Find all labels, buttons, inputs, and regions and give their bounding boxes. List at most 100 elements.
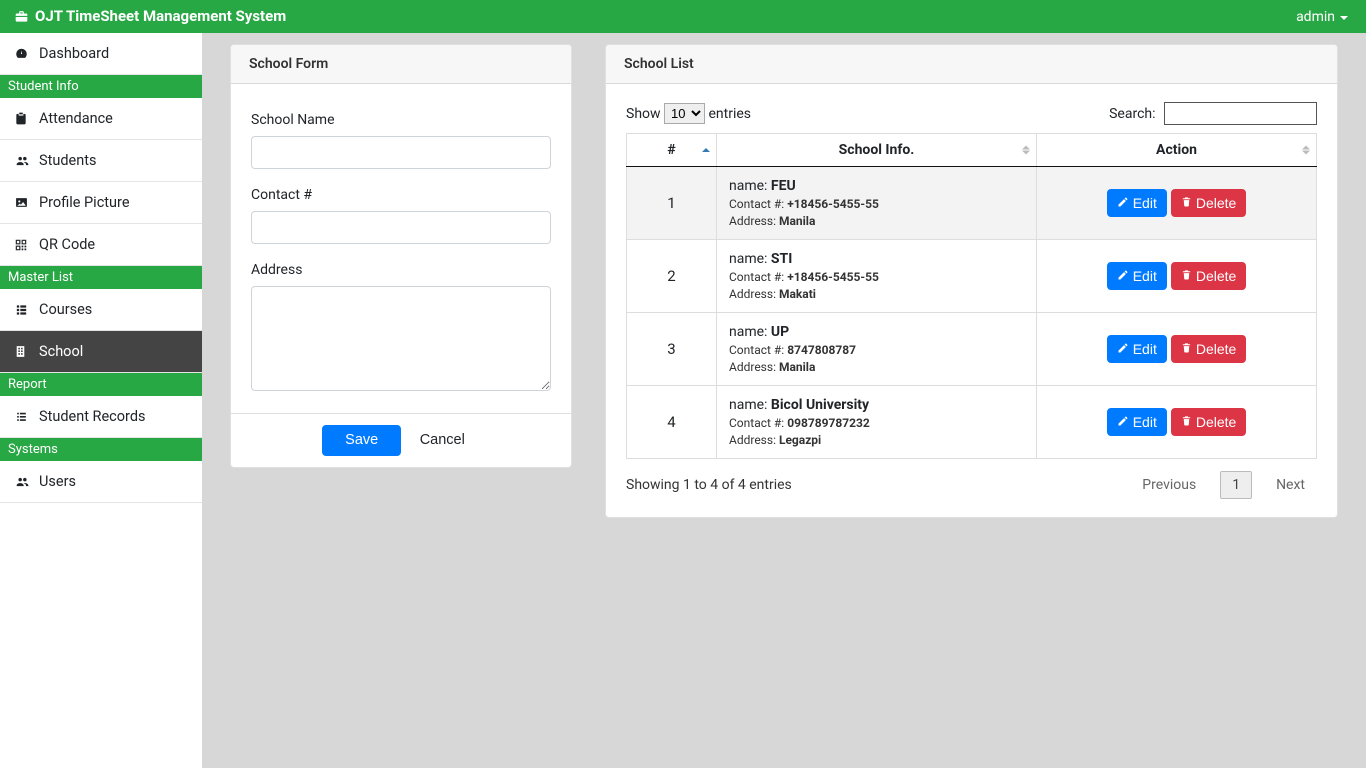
row-name-label: name: (729, 397, 771, 413)
sidebar-header-systems: Systems (0, 438, 202, 461)
delete-button[interactable]: Delete (1171, 189, 1246, 217)
cell-school-info: name: UPContact #: 8747808787Address: Ma… (717, 313, 1037, 386)
pager-page-1[interactable]: 1 (1220, 471, 1252, 499)
row-contact-label: Contact #: (729, 197, 787, 211)
trash-icon (1181, 267, 1192, 285)
sort-asc-icon (702, 148, 710, 152)
row-name-label: name: (729, 178, 771, 194)
sidebar-item-users[interactable]: Users (0, 461, 202, 503)
search-label: Search: (1109, 106, 1155, 122)
sidebar-item-label: Student Records (39, 408, 145, 425)
table-info: Showing 1 to 4 of 4 entries (626, 477, 792, 493)
trash-icon (1181, 413, 1192, 431)
cell-school-info: name: FEU Contact #: +18456-5455-55 Addres… (717, 167, 1037, 240)
sidebar-item-students[interactable]: Students (0, 140, 202, 182)
school-table: # School Info. Action (626, 133, 1317, 459)
col-number[interactable]: # (627, 134, 717, 167)
sidebar-item-label: Profile Picture (39, 194, 130, 211)
cancel-button[interactable]: Cancel (405, 425, 480, 456)
input-school-name[interactable] (251, 136, 551, 169)
row-address-value: Makati (779, 287, 816, 301)
pager-prev[interactable]: Previous (1130, 471, 1208, 499)
row-address-value: Manila (779, 360, 815, 374)
row-contact-value: +18456-5455-55 (787, 197, 879, 211)
row-name-value: STI (771, 251, 792, 267)
search-input[interactable] (1164, 102, 1317, 125)
sidebar-item-label: Attendance (39, 110, 113, 127)
delete-button[interactable]: Delete (1171, 262, 1246, 290)
user-menu[interactable]: admin (1296, 9, 1348, 25)
col-action[interactable]: Action (1037, 134, 1317, 167)
sidebar: Dashboard Student Info Attendance Studen… (0, 33, 202, 768)
trash-icon (1181, 194, 1192, 212)
top-navbar: OJT TimeSheet Management System admin (0, 0, 1366, 33)
cell-row-number: 1 (627, 167, 717, 240)
caret-down-icon (1340, 16, 1348, 20)
sidebar-item-label: Students (39, 152, 96, 169)
row-contact-value: +18456-5455-55 (787, 270, 879, 284)
sidebar-item-label: Dashboard (39, 45, 109, 62)
label-address: Address (251, 262, 551, 278)
row-address-label: Address: (729, 214, 779, 228)
clipboard-icon (14, 111, 30, 126)
trash-icon (1181, 340, 1192, 358)
sidebar-item-attendance[interactable]: Attendance (0, 98, 202, 140)
cell-row-number: 3 (627, 313, 717, 386)
cell-school-info: name: STI Contact #: +18456-5455-55 Addres… (717, 240, 1037, 313)
length-menu: Show 10 entries (626, 103, 751, 124)
edit-button[interactable]: Edit (1107, 335, 1167, 363)
cell-actions: Edit Delete (1037, 386, 1317, 459)
row-contact-label: Contact #: (729, 416, 787, 430)
users-icon (14, 475, 30, 489)
sidebar-item-student-records[interactable]: Student Records (0, 396, 202, 438)
app-title: OJT TimeSheet Management System (35, 9, 286, 24)
sidebar-header-report: Report (0, 373, 202, 396)
edit-button[interactable]: Edit (1107, 408, 1167, 436)
row-contact-value: 098789787232 (787, 416, 870, 430)
delete-button[interactable]: Delete (1171, 408, 1246, 436)
app-brand: OJT TimeSheet Management System (14, 9, 286, 24)
row-name-value: FEU (771, 178, 796, 194)
edit-button[interactable]: Edit (1107, 189, 1167, 217)
list-icon (14, 410, 30, 423)
row-address-label: Address: (729, 287, 779, 301)
col-school-info[interactable]: School Info. (717, 134, 1037, 167)
textarea-address[interactable] (251, 286, 551, 391)
sidebar-item-profile-picture[interactable]: Profile Picture (0, 182, 202, 224)
sidebar-item-label: Courses (39, 301, 92, 318)
pager: Previous 1 Next (1130, 471, 1317, 499)
cell-actions: Edit Delete (1037, 313, 1317, 386)
users-icon (14, 154, 30, 168)
pager-next[interactable]: Next (1264, 471, 1317, 499)
sidebar-item-qr-code[interactable]: QR Code (0, 224, 202, 266)
label-school-name: School Name (251, 112, 551, 128)
row-address-label: Address: (729, 433, 779, 447)
school-list-title: School List (606, 45, 1337, 84)
delete-button[interactable]: Delete (1171, 335, 1246, 363)
length-select[interactable]: 10 (664, 103, 705, 124)
cell-row-number: 4 (627, 386, 717, 459)
row-name-label: name: (729, 251, 771, 267)
sidebar-item-courses[interactable]: Courses (0, 289, 202, 331)
user-name: admin (1296, 9, 1335, 25)
stack-icon (14, 303, 30, 317)
briefcase-icon (14, 10, 29, 24)
row-address-value: Manila (779, 214, 815, 228)
building-icon (14, 344, 30, 359)
qrcode-icon (14, 238, 30, 252)
row-contact-label: Contact #: (729, 270, 787, 284)
cell-school-info: name: Bicol UniversityContact #: 0987897… (717, 386, 1037, 459)
sort-icon (1022, 146, 1030, 155)
row-name-value: UP (771, 324, 789, 340)
edit-button[interactable]: Edit (1107, 262, 1167, 290)
sidebar-item-label: Users (39, 473, 76, 490)
sidebar-item-school[interactable]: School (0, 331, 202, 373)
input-contact[interactable] (251, 211, 551, 244)
school-form-card: School Form School Name Contact # Addres… (230, 44, 572, 468)
search-box: Search: (1109, 102, 1317, 125)
row-contact-value: 8747808787 (787, 343, 856, 357)
sidebar-item-label: School (39, 343, 83, 360)
save-button[interactable]: Save (322, 425, 401, 456)
sidebar-item-dashboard[interactable]: Dashboard (0, 33, 202, 75)
table-row: 3name: UPContact #: 8747808787Address: M… (627, 313, 1317, 386)
